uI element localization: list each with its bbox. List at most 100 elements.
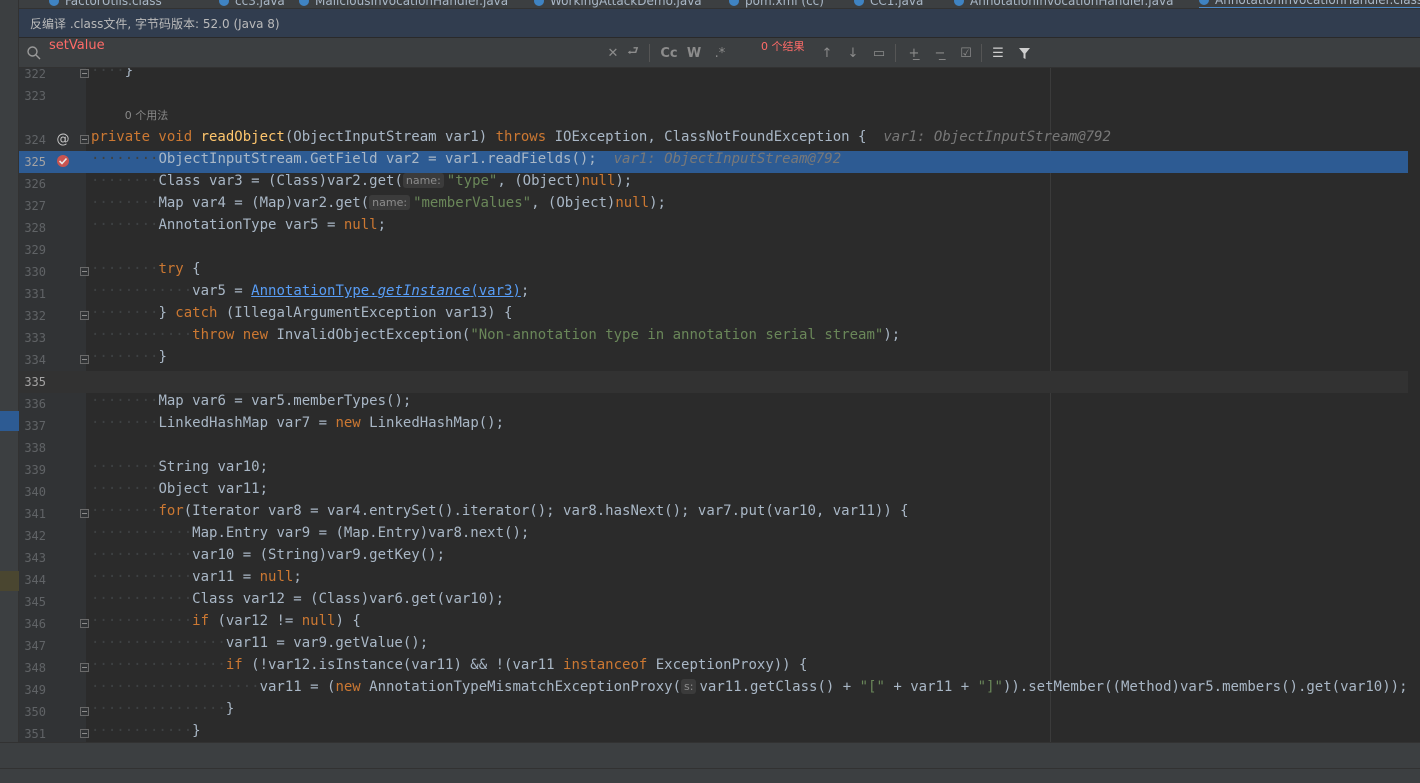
code-text[interactable]: ············Class var12 = (Class)var6.ge… bbox=[91, 591, 504, 613]
code-line[interactable]: 322 ····} bbox=[19, 68, 1420, 85]
code-line[interactable]: 348 ················if (!var12.isInstance… bbox=[19, 657, 1420, 679]
code-text[interactable]: ········Map var6 = var5.memberTypes(); bbox=[91, 393, 411, 415]
usages-hint[interactable]: 0 个用法 bbox=[125, 109, 169, 122]
code-line[interactable]: 349 ····················var11 = (new Anno… bbox=[19, 679, 1420, 701]
line-number[interactable]: 335 bbox=[19, 371, 46, 393]
fold-toggle-icon[interactable] bbox=[80, 69, 89, 78]
code-text[interactable]: ········} bbox=[91, 349, 167, 371]
editor-tab[interactable]: AnnotationInvocationHandler.class bbox=[1199, 0, 1420, 8]
line-number[interactable]: 348 bbox=[19, 657, 46, 679]
fold-toggle-icon[interactable] bbox=[80, 663, 89, 672]
code-line[interactable]: 328 ········AnnotationType var5 = null; bbox=[19, 217, 1420, 239]
search-input[interactable]: setValue bbox=[49, 38, 105, 68]
code-line[interactable]: 329 bbox=[19, 239, 1420, 261]
code-line[interactable]: 324 @ private void readObject(ObjectInputS… bbox=[19, 129, 1420, 151]
code-line[interactable]: 344 ············var11 = null; bbox=[19, 569, 1420, 591]
code-line[interactable]: 336 ········Map var6 = var5.memberTypes()… bbox=[19, 393, 1420, 415]
code-line[interactable]: 333 ············throw new InvalidObjectEx… bbox=[19, 327, 1420, 349]
line-number[interactable]: 336 bbox=[19, 393, 46, 415]
code-editor[interactable]: 322 ····} 323 0 个用法 324 @ private void readOb… bbox=[19, 68, 1420, 742]
line-number[interactable]: 351 bbox=[19, 723, 46, 742]
code-text[interactable]: ········AnnotationType var5 = null; bbox=[91, 217, 386, 239]
line-number[interactable]: 325 bbox=[19, 151, 46, 173]
search-icon[interactable] bbox=[25, 44, 43, 62]
code-text[interactable]: ········for(Iterator var8 = var4.entrySe… bbox=[91, 503, 909, 525]
code-line[interactable]: 342 ············Map.Entry var9 = (Map.Ent… bbox=[19, 525, 1420, 547]
code-line[interactable]: 331 ············var5 = AnnotationType.get… bbox=[19, 283, 1420, 305]
line-number[interactable]: 341 bbox=[19, 503, 46, 525]
fold-toggle-icon[interactable] bbox=[80, 267, 89, 276]
code-line[interactable]: 347 ················var11 = var9.getValue… bbox=[19, 635, 1420, 657]
whole-words-toggle[interactable]: W bbox=[685, 45, 703, 61]
editor-tab[interactable]: cc3.java bbox=[219, 0, 285, 8]
line-number[interactable]: 337 bbox=[19, 415, 46, 437]
previous-occurrence-icon[interactable]: ↑ bbox=[819, 45, 835, 61]
code-line[interactable]: 343 ············var10 = (String)var9.getK… bbox=[19, 547, 1420, 569]
code-line[interactable]: 337 ········LinkedHashMap var7 = new Link… bbox=[19, 415, 1420, 437]
code-text[interactable]: ········try { bbox=[91, 261, 201, 283]
line-number[interactable]: 324 bbox=[19, 129, 46, 151]
fold-toggle-icon[interactable] bbox=[80, 509, 89, 518]
new-line-icon[interactable]: ⮐ bbox=[625, 44, 641, 61]
line-number[interactable]: 344 bbox=[19, 569, 46, 591]
code-text[interactable]: ········LinkedHashMap var7 = new LinkedH… bbox=[91, 415, 504, 437]
code-line[interactable]: 341 ········for(Iterator var8 = var4.entr… bbox=[19, 503, 1420, 525]
fold-toggle-icon[interactable] bbox=[80, 619, 89, 628]
remove-occurrence-icon[interactable]: −̲ bbox=[931, 45, 949, 61]
select-all-occurrences-icon[interactable]: ▭ bbox=[871, 45, 887, 61]
code-text[interactable]: ········} catch (IllegalArgumentExceptio… bbox=[91, 305, 512, 327]
code-line[interactable]: 338 bbox=[19, 437, 1420, 459]
filter-icon[interactable] bbox=[1015, 45, 1033, 61]
code-line[interactable]: 323 bbox=[19, 85, 1420, 107]
line-number[interactable]: 330 bbox=[19, 261, 46, 283]
select-all-icon[interactable]: ☑ bbox=[957, 45, 975, 61]
code-text[interactable]: ········ObjectInputStream.GetField var2 … bbox=[91, 151, 841, 173]
code-text[interactable]: private void readObject(ObjectInputStrea… bbox=[91, 129, 1111, 151]
code-text[interactable]: ············var10 = (String)var9.getKey(… bbox=[91, 547, 445, 569]
editor-tab[interactable]: AnnotationInvocationHandler.java bbox=[954, 0, 1173, 8]
fold-toggle-icon[interactable] bbox=[80, 707, 89, 716]
line-number[interactable]: 331 bbox=[19, 283, 46, 305]
next-occurrence-icon[interactable]: ↓ bbox=[845, 45, 861, 61]
line-number[interactable]: 332 bbox=[19, 305, 46, 327]
line-number[interactable]: 326 bbox=[19, 173, 46, 195]
line-number[interactable]: 349 bbox=[19, 679, 46, 701]
code-line[interactable]: 350 ················} bbox=[19, 701, 1420, 723]
code-text[interactable]: ········Map var4 = (Map)var2.get(name: "m… bbox=[91, 195, 666, 217]
code-text[interactable]: ····················var11 = (new Annotat… bbox=[91, 679, 1408, 701]
line-number[interactable]: 328 bbox=[19, 217, 46, 239]
code-line[interactable]: 332 ········} catch (IllegalArgumentExcep… bbox=[19, 305, 1420, 327]
code-line[interactable]: 340 ········Object var11; bbox=[19, 481, 1420, 503]
regex-toggle[interactable]: .* bbox=[711, 45, 729, 61]
line-number[interactable]: 322 bbox=[19, 68, 46, 85]
editor-tab[interactable]: FactorUtils.class bbox=[49, 0, 162, 8]
code-text[interactable]: ············var11 = null; bbox=[91, 569, 302, 591]
line-number[interactable]: 345 bbox=[19, 591, 46, 613]
line-number[interactable]: 323 bbox=[19, 85, 46, 107]
line-number[interactable]: 342 bbox=[19, 525, 46, 547]
code-text[interactable]: ········Class var3 = (Class)var2.get(nam… bbox=[91, 173, 632, 195]
fold-toggle-icon[interactable] bbox=[80, 355, 89, 364]
code-text[interactable]: ········String var10; bbox=[91, 459, 268, 481]
code-line[interactable]: 334 ········} bbox=[19, 349, 1420, 371]
usages-hint-row[interactable]: 0 个用法 bbox=[19, 107, 1420, 129]
code-text[interactable]: ············throw new InvalidObjectExcep… bbox=[91, 327, 900, 349]
breakpoint-icon[interactable] bbox=[55, 154, 71, 170]
line-number[interactable]: 327 bbox=[19, 195, 46, 217]
line-number[interactable]: 334 bbox=[19, 349, 46, 371]
line-number[interactable]: 340 bbox=[19, 481, 46, 503]
code-text[interactable]: ····} bbox=[91, 68, 133, 85]
code-text[interactable]: ············Map.Entry var9 = (Map.Entry)… bbox=[91, 525, 529, 547]
code-line[interactable]: 326 ········Class var3 = (Class)var2.get(… bbox=[19, 173, 1420, 195]
match-case-toggle[interactable]: Cc bbox=[659, 45, 679, 61]
code-line[interactable]: 345 ············Class var12 = (Class)var6… bbox=[19, 591, 1420, 613]
editor-tab[interactable]: MaliciousInvocationHandler.java bbox=[299, 0, 508, 8]
code-text[interactable]: ············if (var12 != null) { bbox=[91, 613, 361, 635]
fold-toggle-icon[interactable] bbox=[80, 311, 89, 320]
code-text[interactable]: ················} bbox=[91, 701, 234, 723]
code-line[interactable]: 327 ········Map var4 = (Map)var2.get(name… bbox=[19, 195, 1420, 217]
fold-toggle-icon[interactable] bbox=[80, 135, 89, 144]
line-number[interactable]: 350 bbox=[19, 701, 46, 723]
code-line[interactable]: 325 ········ObjectInputStream.GetField va… bbox=[19, 151, 1420, 173]
line-number[interactable]: 339 bbox=[19, 459, 46, 481]
